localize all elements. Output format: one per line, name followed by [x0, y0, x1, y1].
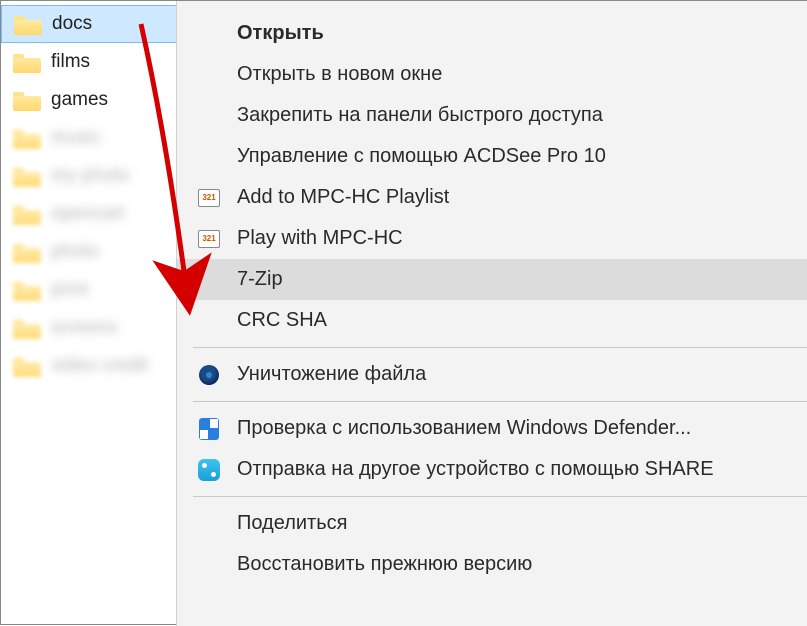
menu-item-label: Управление с помощью ACDSee Pro 10 [237, 145, 807, 168]
menu-item-label: Закрепить на панели быстрого доступа [237, 104, 807, 127]
folder-icon [13, 355, 41, 377]
menu-item[interactable]: 321 Play with MPC-HC [177, 218, 807, 259]
folder-icon [14, 13, 42, 35]
menu-icon-slot: 321 [195, 189, 223, 207]
menu-item-label: Восстановить прежнюю версию [237, 553, 807, 576]
menu-item[interactable]: Уничтожение файла [177, 354, 807, 395]
folder-row[interactable]: docs [1, 5, 181, 43]
folder-icon [13, 317, 41, 339]
folder-label: music [51, 127, 101, 149]
menu-icon-slot [195, 418, 223, 440]
menu-item-label: Открыть в новом окне [237, 63, 807, 86]
folder-row[interactable]: screens [1, 309, 181, 347]
folder-icon [13, 51, 41, 73]
share-icon [198, 459, 220, 481]
folder-label: docs [52, 13, 92, 35]
menu-item-label: Add to MPC-HC Playlist [237, 186, 807, 209]
menu-item[interactable]: Открыть в новом окне [177, 54, 807, 95]
menu-item[interactable]: Восстановить прежнюю версию [177, 544, 807, 585]
menu-separator [193, 496, 807, 497]
menu-item-label: Поделиться [237, 512, 807, 535]
folder-row[interactable]: films [1, 43, 181, 81]
folder-icon [13, 165, 41, 187]
menu-separator [193, 347, 807, 348]
folder-row[interactable]: opencart [1, 195, 181, 233]
folder-label: screens [51, 317, 118, 339]
folder-label: photo [51, 241, 99, 263]
folder-row[interactable]: music [1, 119, 181, 157]
menu-item-label: CRC SHA [237, 309, 807, 332]
folder-label: video credit [51, 355, 148, 377]
folder-icon [13, 203, 41, 225]
folder-label: my photo [51, 165, 129, 187]
menu-item-label: Play with MPC-HC [237, 227, 807, 250]
mpc-icon: 321 [198, 230, 220, 248]
mpc-icon: 321 [198, 189, 220, 207]
menu-separator [193, 401, 807, 402]
folder-row[interactable]: video credit [1, 347, 181, 385]
menu-item[interactable]: Закрепить на панели быстрого доступа [177, 95, 807, 136]
menu-icon-slot [195, 365, 223, 385]
menu-item-label: Отправка на другое устройство с помощью … [237, 458, 807, 481]
menu-item-label: Открыть [237, 22, 807, 45]
menu-item[interactable]: Проверка с использованием Windows Defend… [177, 408, 807, 449]
folder-icon [13, 241, 41, 263]
menu-item-label: Проверка с использованием Windows Defend… [237, 417, 807, 440]
menu-item[interactable]: Управление с помощью ACDSee Pro 10 [177, 136, 807, 177]
folder-label: opencart [51, 203, 125, 225]
folder-icon [13, 89, 41, 111]
folder-label: print [51, 279, 88, 301]
explorer-folder-list: docs films games music my photo opencart photo… [1, 1, 181, 385]
menu-item[interactable]: CRC SHA [177, 300, 807, 341]
menu-icon-slot [195, 459, 223, 481]
folder-row[interactable]: games [1, 81, 181, 119]
shred-icon [199, 365, 219, 385]
menu-item-label: 7-Zip [237, 268, 807, 291]
menu-icon-slot: 321 [195, 230, 223, 248]
menu-item[interactable]: 7-Zip [177, 259, 807, 300]
folder-icon [13, 279, 41, 301]
menu-item[interactable]: Отправка на другое устройство с помощью … [177, 449, 807, 490]
menu-item[interactable]: Поделиться [177, 503, 807, 544]
folder-row[interactable]: my photo [1, 157, 181, 195]
folder-icon [13, 127, 41, 149]
folder-label: films [51, 51, 90, 73]
menu-item[interactable]: Открыть [177, 13, 807, 54]
folder-row[interactable]: photo [1, 233, 181, 271]
menu-item-label: Уничтожение файла [237, 363, 807, 386]
menu-item[interactable]: 321 Add to MPC-HC Playlist [177, 177, 807, 218]
folder-label: games [51, 89, 108, 111]
shield-icon [199, 418, 219, 440]
context-menu: Открыть Открыть в новом окне Закрепить на … [176, 1, 807, 626]
folder-row[interactable]: print [1, 271, 181, 309]
